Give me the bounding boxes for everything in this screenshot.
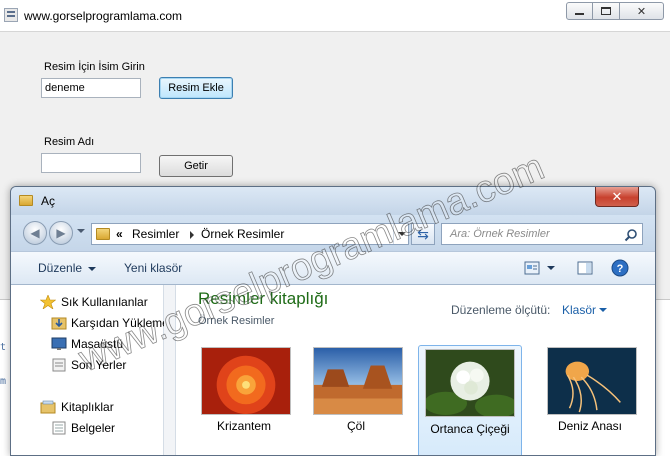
- desktop-icon: [51, 337, 67, 350]
- address-overflow[interactable]: «: [116, 227, 123, 241]
- dialog-body: Sık Kullanılanlar Karşıdan Yükleme Masaü…: [11, 285, 655, 455]
- hydrangea-thumbnail: [425, 349, 515, 417]
- arrange-by-dropdown[interactable]: Klasör: [562, 303, 596, 317]
- view-options-icon[interactable]: [524, 261, 540, 275]
- app-icon: [4, 8, 18, 22]
- file-name: Ortanca Çiçeği: [430, 422, 510, 436]
- nav-recent-places[interactable]: Son Yerler: [71, 358, 126, 372]
- address-bar[interactable]: « Resimler Örnek Resimler: [91, 223, 409, 245]
- minimize-button[interactable]: [566, 2, 593, 20]
- file-name: Krizantem: [216, 419, 272, 433]
- nav-favorites[interactable]: Sık Kullanılanlar: [61, 295, 148, 309]
- recent-places-icon: [52, 358, 66, 372]
- image-name-input[interactable]: deneme: [41, 78, 141, 98]
- chevron-down-icon: [88, 266, 97, 271]
- maximize-button[interactable]: [593, 2, 620, 20]
- form-title: www.gorselprogramlama.com: [24, 9, 183, 23]
- forward-arrow-icon: ▶: [56, 226, 66, 240]
- dialog-close-button[interactable]: ✕: [595, 187, 639, 207]
- file-item-deniz-anasi[interactable]: Deniz Anası: [540, 343, 640, 455]
- file-item-ortanca-cicegi[interactable]: Ortanca Çiçeği: [418, 345, 522, 455]
- search-box[interactable]: Ara: Örnek Resimler: [441, 223, 643, 245]
- organize-menu[interactable]: Düzenle: [38, 261, 97, 275]
- back-button[interactable]: ◀: [23, 221, 47, 245]
- command-toolbar: Düzenle Yeni klasör ?: [11, 251, 655, 285]
- breadcrumb-separator-icon[interactable]: [190, 231, 194, 239]
- organize-label: Düzenle: [38, 261, 83, 275]
- downloads-folder-icon: [51, 317, 67, 330]
- documents-icon: [52, 421, 66, 435]
- side-code-fragment: t: [0, 342, 7, 353]
- close-icon: ✕: [636, 5, 647, 18]
- file-list-area: Resimler kitaplığı Örnek Resimler Düzenl…: [177, 285, 655, 455]
- name-prompt-label: Resim İçin İsim Girin: [44, 61, 145, 73]
- breadcrumb-ornek-resimler[interactable]: Örnek Resimler: [201, 227, 284, 241]
- refresh-icon: ⇆: [417, 225, 429, 242]
- recent-locations-dropdown[interactable]: [77, 229, 85, 233]
- nav-documents[interactable]: Belgeler: [71, 421, 115, 435]
- image-name-output[interactable]: [41, 153, 141, 173]
- dialog-titlebar: Aç ✕: [11, 187, 655, 215]
- nav-downloads[interactable]: Karşıdan Yükleme: [71, 316, 169, 330]
- library-title: Resimler kitaplığı: [198, 289, 329, 308]
- back-arrow-icon: ◀: [30, 226, 40, 240]
- folder-icon: [19, 195, 33, 206]
- refresh-button[interactable]: ⇆: [411, 223, 435, 245]
- chevron-down-icon[interactable]: [599, 308, 607, 312]
- file-item-col[interactable]: Çöl: [306, 343, 406, 455]
- minimize-icon: [575, 13, 584, 15]
- new-folder-button[interactable]: Yeni klasör: [124, 261, 182, 275]
- folder-icon: [96, 228, 110, 240]
- get-button[interactable]: Getir: [159, 155, 233, 177]
- desert-thumbnail: [313, 347, 403, 415]
- add-image-button[interactable]: Resim Ekle: [159, 77, 233, 99]
- form-titlebar: www.gorselprogramlama.com ✕: [0, 0, 670, 32]
- search-icon[interactable]: [624, 228, 638, 242]
- open-file-dialog: Aç ✕ ◀ ▶ « Resimler Örnek Resimler ⇆ Ara…: [10, 186, 656, 456]
- file-item-krizantem[interactable]: Krizantem: [194, 343, 294, 455]
- file-name: Deniz Anası: [557, 419, 623, 433]
- image-name-label: Resim Adı: [44, 136, 95, 148]
- close-button[interactable]: ✕: [620, 2, 664, 20]
- navigation-scrollbar[interactable]: [164, 285, 176, 455]
- preview-pane-icon[interactable]: [577, 261, 593, 275]
- view-dropdown-icon[interactable]: [547, 266, 555, 270]
- side-code-fragment: m: [0, 376, 7, 387]
- address-dropdown-button[interactable]: [393, 224, 409, 244]
- forward-button[interactable]: ▶: [49, 221, 73, 245]
- nav-libraries[interactable]: Kitaplıklar: [61, 400, 114, 414]
- file-name: Çöl: [346, 419, 365, 433]
- search-placeholder: Ara: Örnek Resimler: [450, 228, 550, 240]
- arrange-by-label: Düzenleme ölçütü:: [451, 303, 551, 317]
- breadcrumb-resimler[interactable]: Resimler: [132, 227, 179, 241]
- jellyfish-thumbnail: [547, 347, 637, 415]
- library-subtitle: Örnek Resimler: [198, 315, 275, 327]
- libraries-icon: [40, 400, 56, 414]
- close-icon: ✕: [611, 188, 623, 204]
- maximize-icon: [601, 7, 611, 15]
- navigation-pane: Sık Kullanılanlar Karşıdan Yükleme Masaü…: [11, 285, 169, 455]
- nav-desktop[interactable]: Masaüstü: [71, 337, 123, 351]
- dialog-title: Aç: [41, 194, 56, 208]
- help-icon[interactable]: ?: [611, 259, 629, 277]
- navigation-bar: ◀ ▶ « Resimler Örnek Resimler ⇆ Ara: Örn…: [11, 215, 655, 251]
- chrysanthemum-thumbnail: [201, 347, 291, 415]
- star-icon: [40, 295, 56, 309]
- svg-text:?: ?: [617, 263, 624, 275]
